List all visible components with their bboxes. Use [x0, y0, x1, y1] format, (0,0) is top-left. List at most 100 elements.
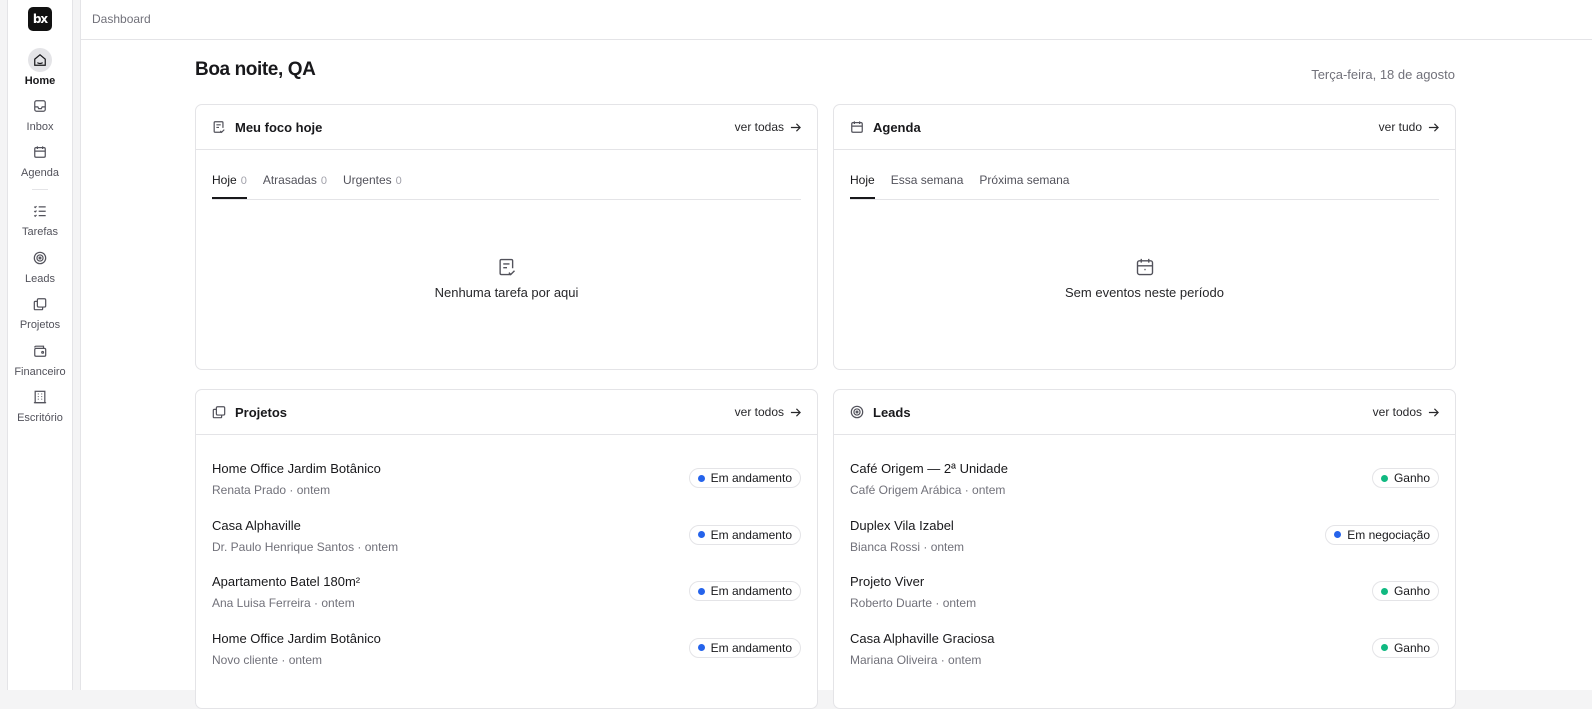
lead-meta: Mariana Oliveira · ontem — [850, 652, 982, 667]
status-badge: Em andamento — [688, 524, 801, 545]
sidebar-item-agenda[interactable]: Agenda — [8, 140, 72, 179]
focus-empty-state: Nenhuma tarefa por aqui — [196, 257, 817, 300]
status-dot — [697, 474, 705, 482]
status-dot — [697, 587, 705, 595]
list-item[interactable]: Duplex Vila Izabel Bianca Rossi · ontem … — [850, 515, 1439, 572]
lead-name: Projeto Viver — [850, 574, 925, 589]
leads-list: Café Origem — 2ª Unidade Café Origem Ará… — [850, 458, 1439, 684]
status-label: Em andamento — [710, 527, 792, 542]
list-item[interactable]: Casa Alphaville Graciosa Mariana Oliveir… — [850, 628, 1439, 685]
arrow-right-icon — [1428, 122, 1439, 132]
tab-hoje[interactable]: Hoje 0 — [212, 173, 247, 199]
projects-see-all-link[interactable]: ver todos — [735, 405, 801, 419]
projects-card-title: Projetos — [235, 404, 288, 420]
project-meta: Dr. Paulo Henrique Santos · ontem — [212, 539, 399, 554]
status-dot — [697, 531, 705, 538]
list-item[interactable]: Casa Alphaville Dr. Paulo Henrique Santo… — [212, 515, 801, 572]
sidebar-item-label: Inbox — [26, 121, 54, 133]
agenda-empty-state: Sem eventos neste período — [834, 257, 1455, 300]
projects-list: Home Office Jardim Botânico Renata Prado… — [212, 458, 801, 684]
status-badge: Ganho — [1371, 468, 1439, 488]
tab-hoje[interactable]: Hoje — [850, 173, 875, 199]
sidebar-item-projetos[interactable]: Projetos — [8, 292, 72, 331]
sidebar: bx Home Inbox Agenda Tarefas Leads Proje… — [7, 0, 73, 690]
sidebar-item-inbox[interactable]: Inbox — [8, 94, 72, 133]
sidebar-item-tarefas[interactable]: Tarefas — [8, 199, 72, 238]
status-dot — [697, 644, 705, 651]
tab-count: 0 — [240, 175, 247, 187]
lead-meta: Bianca Rossi · ontem — [850, 539, 965, 554]
project-name: Casa Alphaville — [212, 517, 301, 533]
task-icon — [212, 119, 228, 135]
top-bar: Dashboard — [81, 0, 1592, 40]
lead-meta: Café Origem Arábica · ontem — [850, 483, 1006, 497]
arrow-right-icon — [1428, 407, 1439, 417]
project-name: Home Office Jardim Botânico — [212, 630, 381, 646]
main-content: Dashboard Boa noite, QA Terça-feira, 18 … — [80, 0, 1592, 709]
leads-see-all-label: ver todos — [1372, 405, 1422, 419]
lead-name: Café Origem — 2ª Unidade — [850, 461, 1008, 476]
focus-card: Meu foco hoje ver todas Hoje 0 Atrasadas 0… — [195, 104, 818, 370]
lead-name: Casa Alphaville Graciosa — [850, 630, 995, 646]
sidebar-item-label: Leads — [25, 273, 55, 285]
leads-card-title: Leads — [873, 404, 911, 420]
folders-icon — [28, 292, 52, 316]
checklist-icon — [28, 199, 52, 223]
lead-name: Duplex Vila Izabel — [850, 517, 954, 533]
status-badge: Em andamento — [688, 468, 801, 488]
projects-card-header: Projetos ver todos — [196, 390, 817, 435]
folders-icon — [212, 404, 228, 420]
sidebar-item-escritorio[interactable]: Escritório — [8, 385, 72, 424]
agenda-see-all-link[interactable]: ver tudo — [1379, 120, 1439, 134]
list-item[interactable]: Apartamento Batel 180m² Ana Luisa Ferrei… — [212, 571, 801, 628]
status-badge: Em andamento — [688, 581, 801, 601]
list-item[interactable]: Home Office Jardim Botânico Novo cliente… — [212, 628, 801, 685]
sidebar-item-home[interactable]: Home — [8, 48, 72, 87]
target-icon — [28, 246, 52, 270]
sidebar-item-label: Financeiro — [14, 366, 66, 378]
focus-card-title: Meu foco hoje — [235, 119, 323, 135]
agenda-card-header: Agenda ver tudo — [834, 105, 1455, 150]
list-item[interactable]: Home Office Jardim Botânico Renata Prado… — [212, 458, 801, 515]
page-title: Boa noite, QA — [195, 59, 316, 80]
app-logo[interactable]: bx — [28, 7, 52, 31]
status-label: Ganho — [1393, 584, 1430, 598]
focus-empty-text: Nenhuma tarefa por aqui — [434, 285, 579, 300]
agenda-tabs: Hoje Essa semana Próxima semana — [850, 173, 1439, 200]
tab-essa-semana[interactable]: Essa semana — [891, 173, 964, 199]
project-name: Home Office Jardim Botânico — [212, 461, 381, 476]
project-meta: Renata Prado · ontem — [212, 483, 331, 497]
status-dot — [1334, 531, 1342, 538]
status-badge: Ganho — [1371, 637, 1439, 658]
list-item[interactable]: Café Origem — 2ª Unidade Café Origem Ará… — [850, 458, 1439, 515]
status-label: Em negociação — [1347, 527, 1430, 542]
sidebar-divider — [32, 189, 48, 190]
status-label: Em andamento — [710, 584, 792, 598]
sidebar-item-leads[interactable]: Leads — [8, 246, 72, 285]
tab-proxima-semana[interactable]: Próxima semana — [979, 173, 1069, 199]
project-meta: Ana Luisa Ferreira · ontem — [212, 596, 355, 610]
status-label: Em andamento — [710, 471, 792, 485]
status-label: Ganho — [1393, 640, 1430, 655]
calendar-icon — [28, 140, 52, 164]
focus-card-header: Meu foco hoje ver todas — [196, 105, 817, 150]
tab-label: Urgentes — [342, 173, 392, 187]
project-meta: Novo cliente · ontem — [212, 652, 323, 667]
focus-see-all-link[interactable]: ver todas — [735, 120, 801, 134]
tab-urgentes[interactable]: Urgentes 0 — [343, 173, 402, 199]
status-label: Em andamento — [710, 640, 792, 655]
home-icon — [28, 48, 52, 72]
breadcrumb[interactable]: Dashboard — [92, 12, 151, 26]
leads-see-all-link[interactable]: ver todos — [1373, 405, 1439, 419]
sidebar-item-financeiro[interactable]: Financeiro — [8, 339, 72, 378]
projects-card: Projetos ver todos Home Office Jardim Bo… — [195, 389, 818, 709]
focus-see-all-label: ver todas — [734, 120, 784, 134]
list-item[interactable]: Projeto Viver Roberto Duarte · ontem Gan… — [850, 571, 1439, 628]
sidebar-item-label: Projetos — [19, 319, 61, 331]
calendar-icon — [850, 119, 866, 135]
agenda-empty-text: Sem eventos neste período — [1065, 285, 1224, 300]
tab-atrasadas[interactable]: Atrasadas 0 — [263, 173, 327, 199]
arrow-right-icon — [790, 407, 801, 417]
status-badge: Em andamento — [688, 637, 801, 658]
tab-label: Atrasadas — [262, 173, 317, 187]
